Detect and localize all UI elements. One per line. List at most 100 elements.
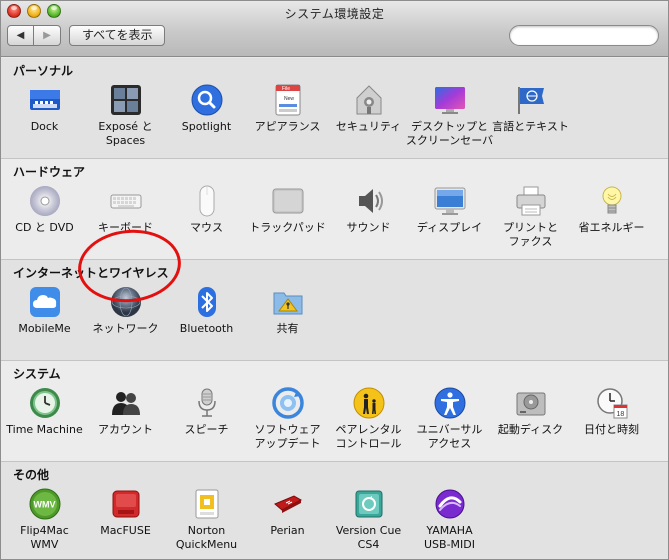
pref-pane-accounts[interactable]: アカウント bbox=[85, 387, 166, 451]
trackpad-icon bbox=[272, 185, 304, 217]
pref-pane-label: ペアレンタル コントロール bbox=[335, 423, 402, 450]
pref-pane-language[interactable]: 言語とテキスト bbox=[490, 84, 571, 148]
pref-pane-mouse[interactable]: マウス bbox=[166, 185, 247, 249]
pref-pane-label: 省エネルギー bbox=[578, 221, 645, 234]
language-icon bbox=[515, 84, 547, 116]
norton-icon bbox=[191, 488, 223, 520]
window-title: システム環境設定 bbox=[284, 7, 385, 21]
pref-pane-spotlight[interactable]: Spotlight bbox=[166, 84, 247, 148]
search-input[interactable] bbox=[520, 29, 662, 42]
pref-pane-label: Perian bbox=[270, 524, 305, 537]
pref-pane-mobileme[interactable]: MobileMe bbox=[4, 286, 85, 336]
pref-pane-sharing[interactable]: 共有 bbox=[247, 286, 328, 336]
pref-pane-label: ネットワーク bbox=[92, 322, 159, 335]
speech-icon bbox=[191, 387, 223, 419]
pref-pane-cd[interactable]: CD と DVD bbox=[4, 185, 85, 249]
appearance-icon: File New bbox=[272, 84, 304, 116]
pref-pane-label: MobileMe bbox=[18, 322, 71, 335]
expose-icon bbox=[110, 84, 142, 116]
pref-pane-label: Norton QuickMenu bbox=[175, 524, 238, 551]
pref-pane-dock[interactable]: Dock bbox=[4, 84, 85, 148]
pref-pane-network[interactable]: ネットワーク bbox=[85, 286, 166, 336]
pref-pane-trackpad[interactable]: トラックパッド bbox=[247, 185, 328, 249]
svg-text:File: File bbox=[282, 86, 290, 92]
pref-pane-sound[interactable]: サウンド bbox=[328, 185, 409, 249]
pref-pane-label: アピアランス bbox=[254, 120, 321, 133]
pref-pane-speech[interactable]: スピーチ bbox=[166, 387, 247, 451]
pref-pane-yamaha[interactable]: YAMAHA USB-MIDI bbox=[409, 488, 490, 552]
section-title: インターネットとワイヤレス bbox=[13, 266, 169, 280]
section-title: パーソナル bbox=[13, 64, 74, 78]
back-button[interactable]: ◀ bbox=[7, 25, 34, 46]
pref-pane-access[interactable]: ユニバーサル アクセス bbox=[409, 387, 490, 451]
pref-pane-label: 共有 bbox=[276, 322, 299, 335]
energy-icon bbox=[596, 185, 628, 217]
forward-button[interactable]: ▶ bbox=[34, 25, 61, 46]
pref-pane-appearance[interactable]: File New アピアランス bbox=[247, 84, 328, 148]
pref-pane-startup[interactable]: 起動ディスク bbox=[490, 387, 571, 451]
pref-pane-datetime[interactable]: 18 日付と時刻 bbox=[571, 387, 652, 451]
pref-pane-label: セキュリティ bbox=[335, 120, 402, 133]
pref-pane-macfuse[interactable]: MacFUSE bbox=[85, 488, 166, 552]
section-hardware: ハードウェア CD と DVD キーボード マウス トラックパッド サウンド ディスプレイ… bbox=[1, 159, 668, 260]
pref-pane-energy[interactable]: 省エネルギー bbox=[571, 185, 652, 249]
pref-pane-flip4mac[interactable]: WMV Flip4Mac WMV bbox=[4, 488, 85, 552]
svg-text:18: 18 bbox=[616, 411, 624, 418]
section-title: その他 bbox=[13, 468, 50, 482]
dock-icon bbox=[29, 84, 61, 116]
keyboard-icon bbox=[110, 185, 142, 217]
pref-pane-label: 起動ディスク bbox=[497, 423, 564, 436]
pref-pane-label: マウス bbox=[190, 221, 223, 234]
pref-pane-label: ユニバーサル アクセス bbox=[416, 423, 483, 450]
pref-pane-desktop[interactable]: デスクトップと スクリーンセーバ bbox=[405, 84, 494, 148]
pref-pane-label: Dock bbox=[30, 120, 59, 133]
titlebar: システム環境設定 ◀ ▶ すべてを表示 bbox=[1, 1, 668, 57]
pref-pane-label: ソフトウェア アップデート bbox=[254, 423, 321, 450]
timemachine-icon bbox=[29, 387, 61, 419]
pref-pane-label: Bluetooth bbox=[179, 322, 234, 335]
datetime-icon: 18 bbox=[596, 387, 628, 419]
section-title: システム bbox=[13, 367, 61, 381]
pref-pane-norton[interactable]: Norton QuickMenu bbox=[166, 488, 247, 552]
pref-pane-label: Spotlight bbox=[181, 120, 232, 133]
section-title: ハードウェア bbox=[13, 165, 86, 179]
display-icon bbox=[434, 185, 466, 217]
pref-pane-label: YAMAHA USB-MIDI bbox=[424, 524, 475, 551]
show-all-button[interactable]: すべてを表示 bbox=[69, 25, 166, 46]
svg-text:New: New bbox=[284, 96, 294, 102]
pref-pane-label: デスクトップと スクリーンセーバ bbox=[405, 120, 494, 147]
pref-pane-bluetooth[interactable]: Bluetooth bbox=[166, 286, 247, 336]
pref-pane-timemachine[interactable]: Time Machine bbox=[4, 387, 85, 451]
pref-pane-label: 日付と時刻 bbox=[584, 423, 639, 436]
pref-pane-label: キーボード bbox=[98, 221, 153, 234]
search-field[interactable] bbox=[509, 25, 662, 46]
macfuse-icon bbox=[110, 488, 142, 520]
pref-pane-label: Version Cue CS4 bbox=[335, 524, 402, 551]
pref-pane-security[interactable]: セキュリティ bbox=[328, 84, 409, 148]
pref-pane-display[interactable]: ディスプレイ bbox=[409, 185, 490, 249]
pref-pane-versioncue[interactable]: Version Cue CS4 bbox=[328, 488, 409, 552]
printer-icon bbox=[515, 185, 547, 217]
yamaha-icon bbox=[434, 488, 466, 520]
pref-pane-label: プリントと ファクス bbox=[503, 221, 558, 248]
pref-pane-perian[interactable]: Perian bbox=[247, 488, 328, 552]
pref-pane-update[interactable]: ソフトウェア アップデート bbox=[247, 387, 328, 451]
access-icon bbox=[434, 387, 466, 419]
flip4mac-icon: WMV bbox=[29, 488, 61, 520]
pref-pane-keyboard[interactable]: キーボード bbox=[85, 185, 166, 249]
section-personal: パーソナル Dock Exposé と Spaces Spotlight File New… bbox=[1, 58, 668, 159]
section-other: その他 WMV Flip4Mac WMV MacFUSE Norton QuickMenu… bbox=[1, 462, 668, 559]
pref-pane-parental[interactable]: ペアレンタル コントロール bbox=[328, 387, 409, 451]
svg-text:WMV: WMV bbox=[33, 500, 55, 510]
system-preferences-window: システム環境設定 ◀ ▶ すべてを表示 パーソナル Dock Exposé と Sp… bbox=[0, 0, 669, 560]
startup-icon bbox=[515, 387, 547, 419]
desktop-icon bbox=[434, 84, 466, 116]
sharing-icon bbox=[272, 286, 304, 318]
accounts-icon bbox=[110, 387, 142, 419]
security-icon bbox=[353, 84, 385, 116]
pref-pane-expose[interactable]: Exposé と Spaces bbox=[85, 84, 166, 148]
nav-buttons: ◀ ▶ bbox=[7, 25, 61, 46]
section-internet: インターネットとワイヤレス MobileMe ネットワーク Bluetooth 共有 bbox=[1, 260, 668, 361]
pref-pane-printer[interactable]: プリントと ファクス bbox=[490, 185, 571, 249]
preferences-content: パーソナル Dock Exposé と Spaces Spotlight File New… bbox=[1, 58, 668, 559]
